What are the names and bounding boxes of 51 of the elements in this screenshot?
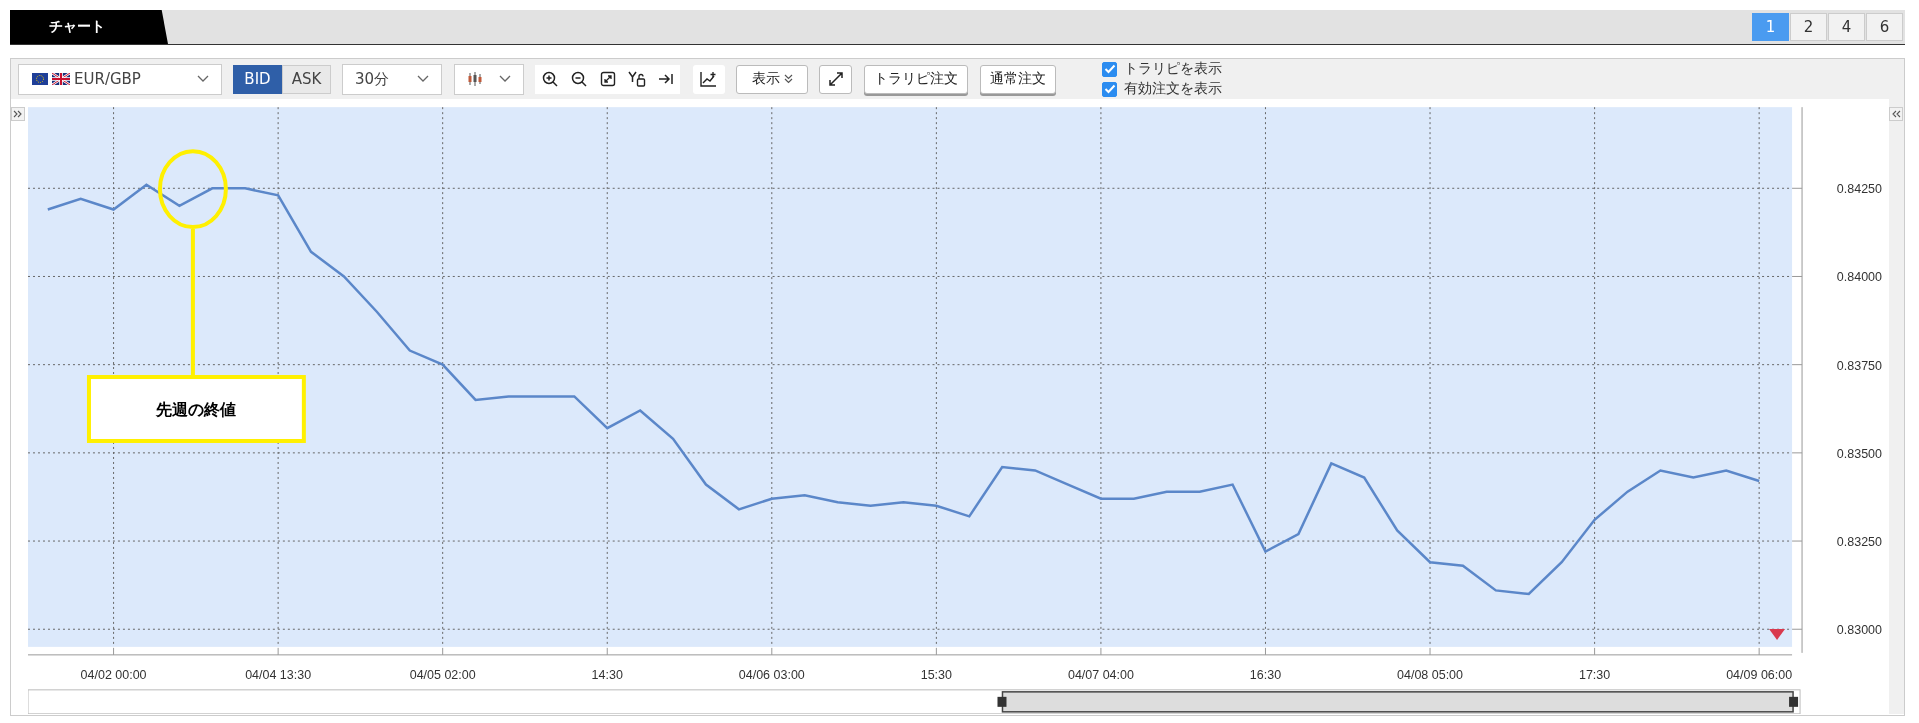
price-side-toggle[interactable]: ASK <box>282 64 331 94</box>
x-axis-label: 04/05 02:00 <box>409 667 476 682</box>
checkbox[interactable] <box>1102 61 1117 77</box>
uk-flag-icon <box>52 73 70 85</box>
x-axis-label: 14:30 <box>591 667 623 682</box>
candlestick-icon <box>467 72 483 86</box>
interval-value: 30分 <box>355 69 390 89</box>
order-button[interactable]: 通常注文 <box>980 64 1056 94</box>
x-axis-label: 04/09 06:00 <box>1726 667 1793 682</box>
chevron-down-icon <box>417 75 429 83</box>
x-axis-label: 16:30 <box>1249 667 1282 682</box>
collapse-right-panel-icon[interactable] <box>1889 107 1903 121</box>
x-axis-label: 15:30 <box>920 667 952 682</box>
x-axis-label: 04/04 13:30 <box>245 667 312 682</box>
y-axis-label: 0.84250 <box>1836 182 1882 197</box>
x-axis-label: 04/02 00:00 <box>80 667 147 682</box>
y-axis-label: 0.83250 <box>1836 535 1882 550</box>
currency-pair-select[interactable]: EUR/GBP <box>18 63 222 95</box>
x-axis-label: 04/06 03:00 <box>738 667 805 682</box>
order-button[interactable]: トラリピ注文 <box>864 64 968 94</box>
interval-select[interactable]: 30分 <box>342 63 442 95</box>
y-axis-label: 0.83500 <box>1836 446 1882 461</box>
eu-flag-icon <box>32 73 48 85</box>
price-side-toggle[interactable]: BID <box>233 64 282 94</box>
expand-icon[interactable] <box>819 64 852 94</box>
currency-pair-value: EUR/GBP <box>74 70 141 88</box>
range-handle[interactable] <box>997 696 1007 707</box>
price-marker-icon <box>1769 628 1786 640</box>
y-axis-label: 0.83750 <box>1836 358 1882 373</box>
chevron-down-icon <box>499 75 511 83</box>
chevron-down-icon <box>197 75 209 83</box>
add-indicator-icon[interactable] <box>693 64 725 94</box>
expand-left-panel-icon[interactable] <box>11 107 25 121</box>
callout-text: 先週の終値 <box>155 400 236 419</box>
x-axis-label: 04/08 05:00 <box>1397 667 1463 682</box>
chart-type-select[interactable] <box>454 63 524 95</box>
x-axis-label: 04/07 04:00 <box>1067 667 1134 682</box>
chart-tab[interactable]: チャート <box>10 10 168 44</box>
layout-button[interactable]: 6 <box>1866 13 1903 41</box>
range-handle[interactable] <box>1789 696 1799 707</box>
checkbox-label: 有効注文を表示 <box>1124 80 1222 98</box>
y-axis-label: 0.83000 <box>1836 623 1882 638</box>
display-menu-button[interactable]: 表示 <box>736 64 808 94</box>
double-chevron-icon <box>783 74 793 84</box>
y-axis-label: 0.84000 <box>1836 270 1882 285</box>
checkbox-label: トラリピを表示 <box>1124 60 1222 78</box>
navigator-range[interactable] <box>1001 691 1794 713</box>
layout-button[interactable]: 2 <box>1790 13 1827 41</box>
x-axis-label: 17:30 <box>1578 667 1611 682</box>
layout-button[interactable]: 4 <box>1828 13 1865 41</box>
checkbox[interactable] <box>1102 81 1117 97</box>
